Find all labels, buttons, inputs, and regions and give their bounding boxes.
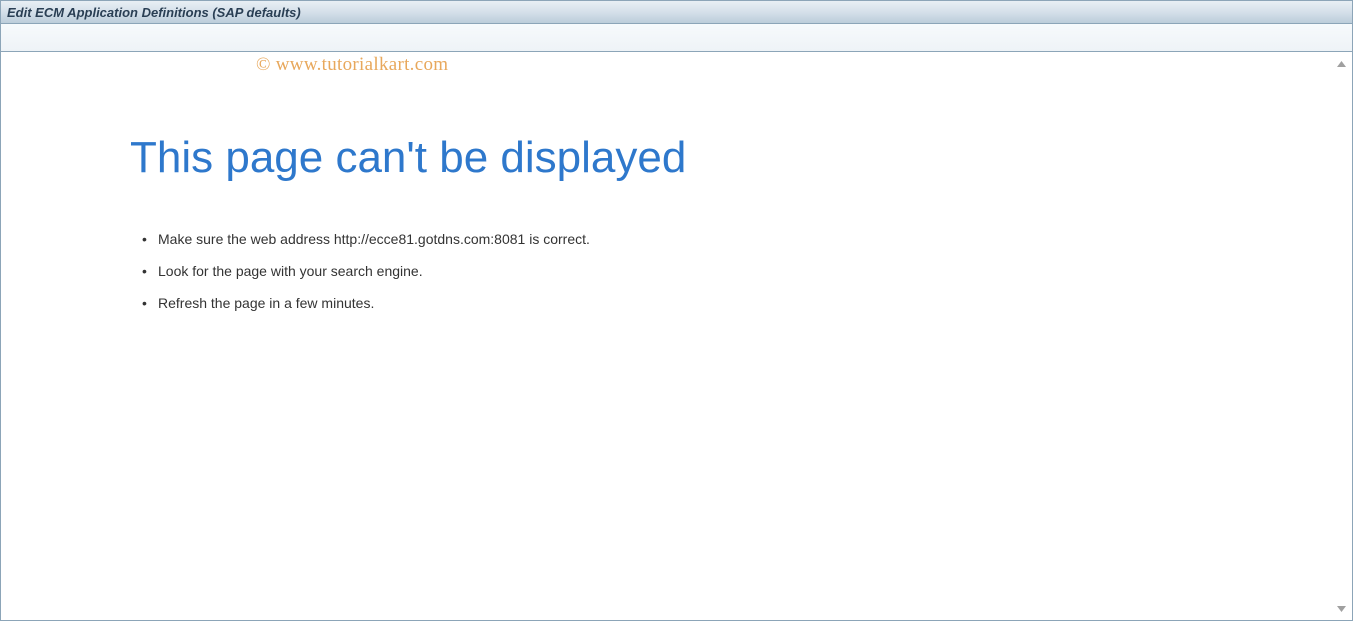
vertical-scrollbar[interactable]: [1333, 54, 1350, 618]
toolbar: [0, 24, 1353, 52]
watermark-text: © www.tutorialkart.com: [256, 54, 448, 76]
scroll-up-arrow-icon[interactable]: [1335, 57, 1348, 70]
error-suggestion-item: Make sure the web address http://ecce81.…: [158, 230, 1290, 250]
scroll-down-arrow-icon[interactable]: [1335, 602, 1348, 615]
error-page-viewport: This page can't be displayed Make sure t…: [3, 54, 1350, 618]
error-suggestion-list: Make sure the web address http://ecce81.…: [130, 230, 1290, 313]
window-title-bar: Edit ECM Application Definitions (SAP de…: [0, 0, 1353, 24]
window-title: Edit ECM Application Definitions (SAP de…: [7, 5, 301, 20]
error-heading: This page can't be displayed: [130, 134, 1290, 182]
error-suggestion-item: Look for the page with your search engin…: [158, 262, 1290, 282]
error-content: This page can't be displayed Make sure t…: [3, 54, 1350, 313]
error-suggestion-item: Refresh the page in a few minutes.: [158, 294, 1290, 314]
content-area: © www.tutorialkart.com This page can't b…: [0, 52, 1353, 621]
